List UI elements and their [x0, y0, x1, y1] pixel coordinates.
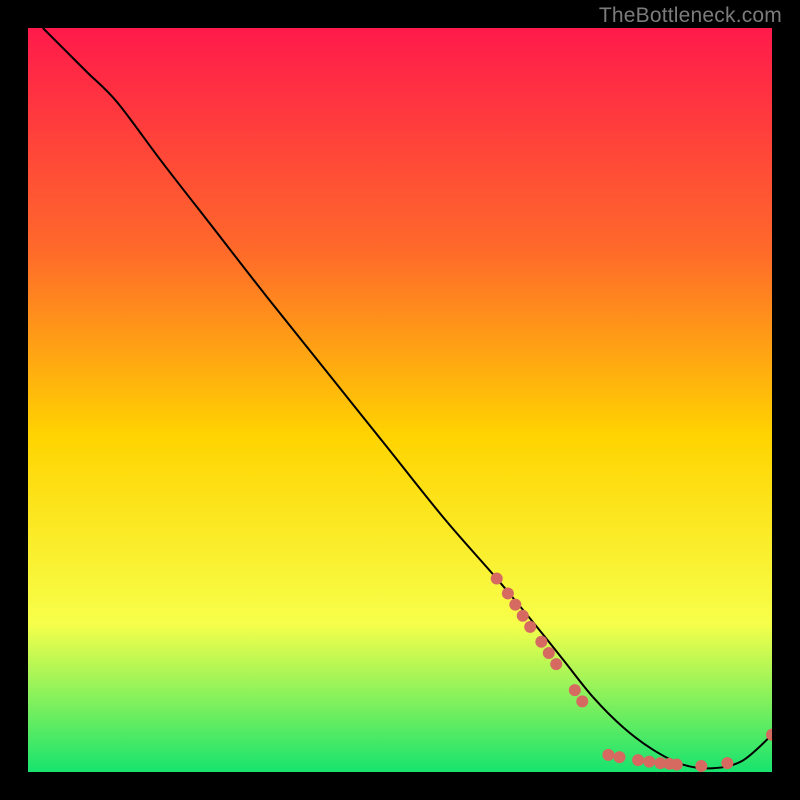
- chart-background: [28, 28, 772, 772]
- marker-dot: [509, 599, 521, 611]
- watermark-label: TheBottleneck.com: [599, 4, 782, 28]
- marker-dot: [695, 760, 707, 772]
- marker-dot: [517, 610, 529, 622]
- marker-dot: [643, 756, 655, 768]
- marker-dot: [721, 757, 733, 769]
- marker-dot: [502, 587, 514, 599]
- marker-dot: [535, 636, 547, 648]
- chart-plot: [28, 28, 772, 772]
- marker-dot: [524, 621, 536, 633]
- chart-svg: [28, 28, 772, 772]
- marker-dot: [632, 754, 644, 766]
- marker-dot: [569, 684, 581, 696]
- marker-dot: [671, 759, 683, 771]
- marker-dot: [543, 647, 555, 659]
- marker-dot: [550, 658, 562, 670]
- marker-dot: [576, 695, 588, 707]
- marker-dot: [491, 573, 503, 585]
- marker-dot: [613, 751, 625, 763]
- chart-stage: TheBottleneck.com: [0, 0, 800, 800]
- marker-dot: [602, 749, 614, 761]
